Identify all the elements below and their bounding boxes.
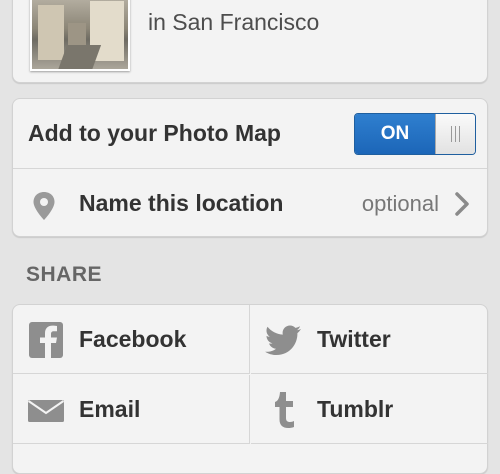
chevron-right-icon (455, 192, 469, 216)
name-location-label: Name this location (79, 190, 284, 216)
email-icon (27, 400, 65, 422)
facebook-icon (29, 322, 63, 358)
photo-thumbnail[interactable] (30, 0, 130, 71)
photo-map-label: Add to your Photo Map (28, 120, 281, 146)
name-location-row[interactable]: Name this location optional (13, 169, 487, 238)
optional-hint: optional (361, 190, 439, 216)
share-email-button[interactable]: Email (13, 375, 250, 444)
share-facebook-button[interactable]: Facebook (13, 305, 250, 374)
share-tumblr-label: Tumblr (317, 395, 394, 422)
photo-map-toggle[interactable]: ON (354, 113, 476, 155)
toggle-knob[interactable] (435, 114, 475, 154)
share-facebook-label: Facebook (79, 325, 187, 352)
caption-card: in San Francisco (12, 0, 488, 83)
twitter-icon (265, 325, 301, 355)
photo-map-card: Add to your Photo Map ON Name this locat… (12, 98, 488, 237)
share-card: Facebook Twitter Email Tumblr (12, 304, 488, 474)
tumblr-icon (275, 392, 294, 428)
map-pin-icon (33, 192, 55, 220)
share-twitter-button[interactable]: Twitter (251, 305, 488, 374)
caption-text[interactable]: in San Francisco (148, 9, 319, 36)
share-tumblr-button[interactable]: Tumblr (251, 375, 488, 444)
share-section-title: SHARE (26, 263, 103, 286)
share-twitter-label: Twitter (317, 325, 391, 352)
photo-map-row: Add to your Photo Map ON (13, 99, 487, 169)
toggle-on-label: ON (355, 114, 435, 154)
share-email-label: Email (79, 395, 141, 422)
